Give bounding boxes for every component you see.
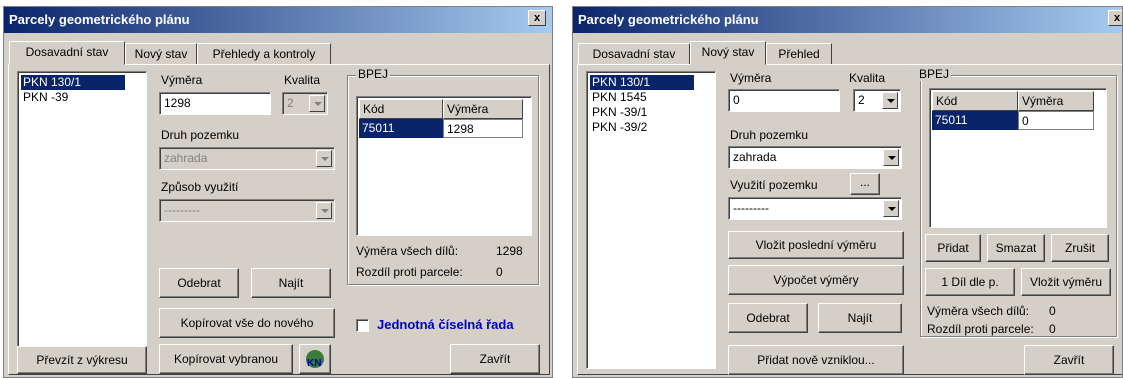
right-parcel-item[interactable]: PKN -39/1: [590, 105, 649, 120]
left-vymera-input[interactable]: 1298: [159, 92, 271, 115]
right-vymera-vsech-value: 0: [1049, 304, 1056, 318]
right-kvalita-label: Kvalita: [849, 71, 886, 85]
right-pridat-button[interactable]: Přidat: [925, 234, 981, 262]
right-pridat-nove-button[interactable]: Přidat nově vzniklou...: [728, 345, 904, 375]
right-rozdil-value: 0: [1049, 322, 1056, 336]
right-parcel-item[interactable]: PKN 1545: [590, 90, 649, 105]
left-kopirovat-vse-button[interactable]: Kopírovat vše do nového: [159, 308, 335, 338]
right-vlozit-vymeru-button[interactable]: Vložit výměru: [1021, 268, 1111, 296]
right-grid-cell-vymera[interactable]: 0: [1018, 111, 1094, 130]
left-odebrat-button[interactable]: Odebrat: [159, 268, 239, 298]
left-dialog-window: Parcely geometrického plánu x Dosavadní …: [3, 6, 553, 378]
right-parcel-item[interactable]: PKN -39/2: [590, 120, 649, 135]
left-tab-prehledy-a-kontroly[interactable]: Přehledy a kontroly: [197, 43, 331, 65]
left-bpej-groupbox: BPEJ Kód Výměra 75011 1298 Výměra všech …: [347, 67, 539, 285]
left-close-button[interactable]: x: [528, 10, 546, 26]
left-vymera-vsech-label: Výměra všech dílů:: [356, 244, 459, 258]
right-smazat-button[interactable]: Smazat: [987, 234, 1045, 262]
right-bpej-grid[interactable]: Kód Výměra 75011 0: [929, 88, 1107, 228]
right-druh-label: Druh pozemku: [730, 128, 809, 142]
right-rozdil-label: Rozdíl proti parcele:: [927, 322, 1034, 336]
right-tab-prehled[interactable]: Přehled: [766, 43, 832, 65]
left-zavrit-button[interactable]: Zavřít: [450, 344, 540, 374]
left-bpej-grid[interactable]: Kód Výměra 75011 1298: [356, 96, 532, 236]
right-dialog-window: Parcely geometrického plánu x Dosavadní …: [572, 6, 1123, 378]
left-grid-header-vymera[interactable]: Výměra: [443, 99, 523, 119]
chevron-down-icon[interactable]: [883, 149, 899, 166]
left-parcel-item[interactable]: PKN 130/1: [21, 75, 125, 90]
right-zavrit-button[interactable]: Zavřít: [1024, 345, 1114, 375]
left-kvalita-value: 2: [287, 96, 294, 110]
left-kn-tool-button[interactable]: KN: [299, 344, 331, 374]
left-title-bar[interactable]: Parcely geometrického plánu x: [4, 7, 552, 33]
left-jednotna-checkbox[interactable]: [356, 319, 369, 332]
right-window-title: Parcely geometrického plánu: [578, 12, 759, 27]
left-zpusob-label: Způsob využití: [161, 180, 239, 194]
kn-icon-text: KN: [307, 358, 322, 369]
right-vymera-input[interactable]: 0: [728, 89, 840, 112]
right-vymera-label: Výměra: [730, 71, 772, 85]
left-rozdil-value: 0: [496, 265, 503, 279]
right-vlozit-posledni-button[interactable]: Vložit poslední výměru: [728, 231, 904, 259]
right-druh-select[interactable]: zahrada: [728, 146, 902, 169]
right-bpej-title: BPEJ: [917, 67, 952, 81]
right-odebrat-button[interactable]: Odebrat: [728, 303, 808, 333]
left-jednotna-label[interactable]: Jednotná číselná řada: [377, 317, 514, 332]
left-tab-panel: PKN 130/1 PKN -39 Výměra 1298 Kvalita 2 …: [8, 64, 550, 375]
right-vymera-vsech-label: Výměra všech dílů:: [927, 304, 1030, 318]
right-grid-header-kod[interactable]: Kód: [932, 91, 1018, 111]
left-druh-select[interactable]: zahrada: [159, 147, 335, 170]
right-zrusit-button[interactable]: Zrušit: [1051, 234, 1109, 262]
right-najit-button[interactable]: Najít: [818, 303, 902, 333]
left-rozdil-label: Rozdíl proti parcele:: [356, 265, 463, 279]
right-title-bar[interactable]: Parcely geometrického plánu x: [573, 7, 1122, 33]
right-tab-novy-stav[interactable]: Nový stav: [690, 41, 766, 65]
right-dil-button[interactable]: 1 Díl dle p.: [925, 268, 1015, 296]
chevron-down-icon[interactable]: [882, 92, 898, 109]
right-close-button[interactable]: x: [1108, 10, 1122, 26]
right-druh-value: zahrada: [733, 150, 777, 164]
chevron-down-icon[interactable]: [309, 95, 325, 112]
right-tab-dosavadni-stav[interactable]: Dosavadní stav: [578, 43, 690, 65]
left-vymera-vsech-value: 1298: [496, 244, 523, 258]
right-vyuziti-browse-button[interactable]: ...: [850, 173, 880, 195]
right-parcel-item[interactable]: PKN 130/1: [590, 75, 694, 90]
left-tab-dosavadni-stav[interactable]: Dosavadní stav: [9, 41, 125, 65]
left-prevzit-button[interactable]: Převzít z výkresu: [17, 346, 147, 374]
left-window-title: Parcely geometrického plánu: [9, 12, 190, 27]
left-zpusob-value: ---------: [164, 203, 200, 217]
right-bpej-groupbox: BPEJ Kód Výměra 75011 0 Přidat Smazat Zr…: [917, 67, 1117, 337]
left-zpusob-select[interactable]: ---------: [159, 199, 335, 222]
chevron-down-icon[interactable]: [316, 150, 332, 167]
left-druh-value: zahrada: [164, 151, 208, 165]
right-parcel-list[interactable]: PKN 130/1 PKN 1545 PKN -39/1 PKN -39/2: [586, 71, 716, 369]
left-tab-novy-stav[interactable]: Nový stav: [125, 43, 197, 65]
left-vymera-label: Výměra: [161, 73, 203, 87]
left-najit-button[interactable]: Najít: [251, 268, 331, 298]
left-parcel-item[interactable]: PKN -39: [21, 90, 70, 105]
chevron-down-icon[interactable]: [316, 202, 332, 219]
left-bpej-title: BPEJ: [356, 67, 391, 81]
right-vyuziti-select[interactable]: ---------: [728, 197, 902, 220]
right-kvalita-value: 2: [858, 93, 865, 107]
left-kvalita-label: Kvalita: [284, 73, 321, 87]
right-grid-cell-kod[interactable]: 75011: [932, 111, 1018, 130]
left-kopirovat-vybranou-button[interactable]: Kopírovat vybranou: [159, 344, 293, 374]
left-grid-header-kod[interactable]: Kód: [359, 99, 443, 119]
chevron-down-icon[interactable]: [883, 200, 899, 217]
left-grid-cell-vymera[interactable]: 1298: [443, 119, 523, 138]
right-kvalita-select[interactable]: 2: [853, 89, 901, 112]
right-grid-header-vymera[interactable]: Výměra: [1018, 91, 1094, 111]
right-tab-panel: PKN 130/1 PKN 1545 PKN -39/1 PKN -39/2 V…: [577, 64, 1122, 375]
right-vyuziti-label: Využití pozemku: [730, 178, 818, 192]
right-vypocet-button[interactable]: Výpočet výměry: [728, 265, 904, 295]
left-kvalita-select[interactable]: 2: [282, 92, 328, 115]
left-druh-label: Druh pozemku: [161, 128, 240, 142]
left-grid-cell-kod[interactable]: 75011: [359, 119, 443, 138]
left-parcel-list[interactable]: PKN 130/1 PKN -39: [17, 71, 147, 363]
right-vyuziti-value: ---------: [733, 201, 769, 215]
